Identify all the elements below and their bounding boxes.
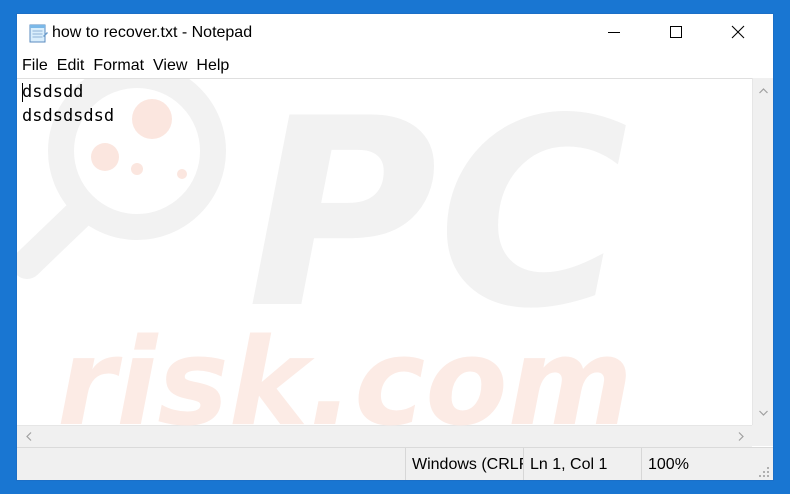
- scroll-down-button[interactable]: [753, 404, 773, 421]
- text-editor[interactable]: PC risk.com dsdsdd dsdsdsdsd: [17, 78, 752, 426]
- chevron-down-icon: [759, 410, 768, 416]
- menu-file[interactable]: File: [19, 55, 51, 77]
- menu-bar: File Edit Format View Help: [17, 54, 773, 78]
- scroll-left-button[interactable]: [20, 426, 37, 447]
- maximize-icon: [670, 26, 682, 38]
- menu-help[interactable]: Help: [193, 55, 232, 77]
- editor-line-2: dsdsdsdsd: [22, 106, 115, 126]
- watermark-risk: risk.com: [57, 314, 633, 426]
- status-cursor-position: Ln 1, Col 1: [523, 448, 641, 480]
- chevron-up-icon: [759, 87, 768, 93]
- editor-content[interactable]: dsdsdd dsdsdsdsd: [22, 80, 114, 128]
- pcrisk-watermark: PC risk.com: [17, 79, 633, 426]
- status-bar: Windows (CRLF) Ln 1, Col 1 100%: [17, 447, 773, 480]
- status-zoom: 100%: [641, 448, 751, 480]
- title-bar[interactable]: how to recover.txt - Notepad: [17, 14, 773, 52]
- chevron-right-icon: [738, 432, 744, 441]
- scrollbar-corner: [752, 425, 773, 446]
- horizontal-scrollbar[interactable]: [17, 425, 752, 447]
- maximize-button[interactable]: [645, 14, 707, 50]
- resize-grip-icon[interactable]: [758, 466, 770, 478]
- chevron-left-icon: [25, 432, 31, 441]
- editor-line-1: dsdsdd: [22, 82, 84, 102]
- status-line-ending: Windows (CRLF): [405, 448, 523, 480]
- menu-format[interactable]: Format: [90, 55, 147, 77]
- text-caret: [22, 83, 23, 102]
- notepad-window: how to recover.txt - Notepad File Edit F…: [17, 14, 773, 480]
- window-title: how to recover.txt - Notepad: [52, 24, 253, 41]
- scroll-up-button[interactable]: [753, 82, 773, 99]
- minimize-button[interactable]: [583, 14, 645, 50]
- scroll-right-button[interactable]: [732, 426, 749, 447]
- vertical-scrollbar[interactable]: [752, 78, 773, 425]
- notepad-icon: [29, 24, 48, 43]
- menu-edit[interactable]: Edit: [54, 55, 88, 77]
- minimize-icon: [608, 32, 620, 33]
- close-icon: [731, 25, 745, 39]
- menu-view[interactable]: View: [150, 55, 190, 77]
- close-button[interactable]: [707, 14, 769, 50]
